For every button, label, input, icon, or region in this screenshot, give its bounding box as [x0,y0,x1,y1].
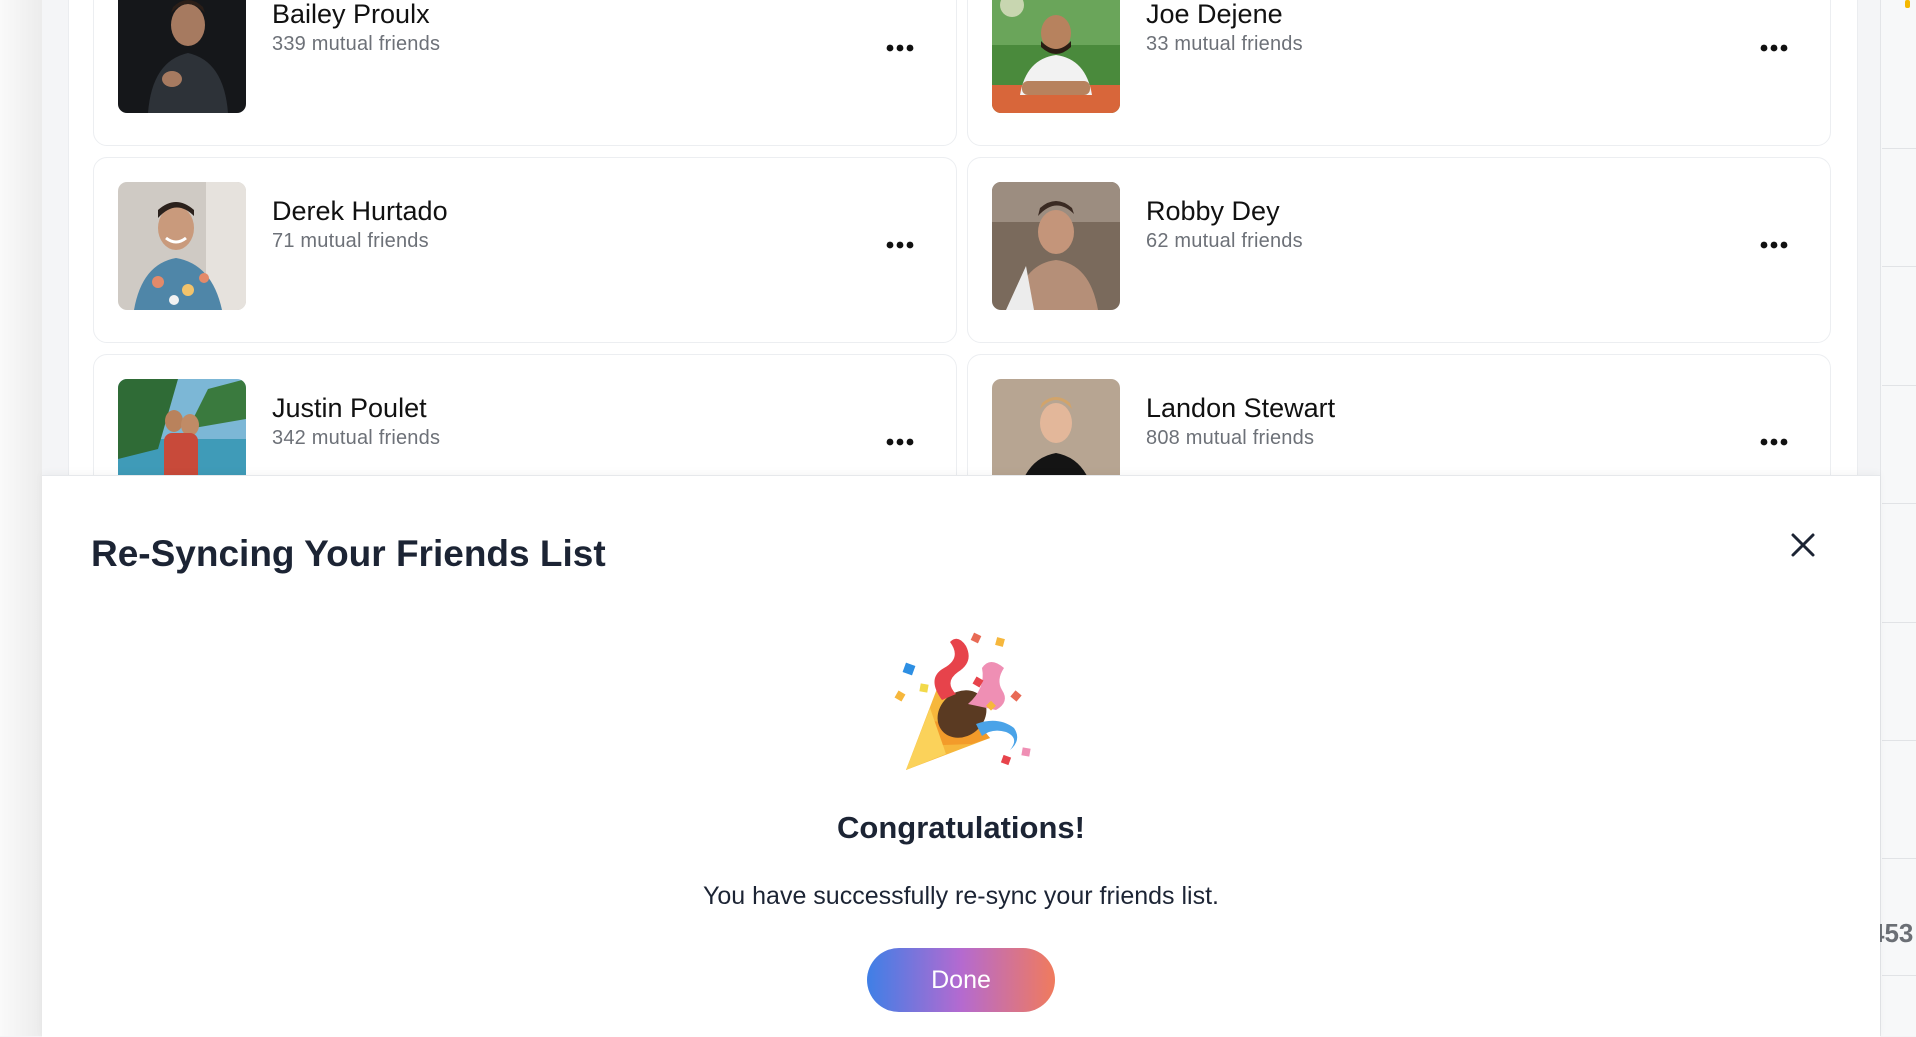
mutual-friends-count: 71 mutual friends [272,230,429,252]
friend-name[interactable]: Robby Dey [1146,196,1280,227]
avatar[interactable] [118,182,246,310]
edge-divider [1882,148,1916,149]
friend-name[interactable]: Derek Hurtado [272,196,448,227]
resync-modal: Re-Syncing Your Friends List Congratulat… [42,475,1880,1037]
left-gutter [0,0,42,1036]
right-edge-panel [1880,0,1916,1036]
edge-divider [1882,740,1916,741]
mutual-friends-count: 342 mutual friends [272,427,441,449]
more-options-icon[interactable] [1754,425,1794,459]
friend-card[interactable]: Derek Hurtado 71 mutual friends [93,157,957,343]
more-options-icon[interactable] [880,425,920,459]
edge-divider [1882,858,1916,859]
avatar[interactable] [992,379,1120,475]
friend-card[interactable]: Robby Dey 62 mutual friends [967,157,1831,343]
mutual-friends-count: 339 mutual friends [272,33,441,55]
edge-divider [1882,622,1916,623]
avatar[interactable] [118,0,246,113]
avatar[interactable] [992,0,1120,113]
more-options-icon[interactable] [1754,31,1794,65]
friends-list: Bailey Proulx 339 mutual friends Joe Dej… [68,0,1858,475]
friend-name[interactable]: Landon Stewart [1146,393,1335,424]
friend-name[interactable]: Bailey Proulx [272,0,430,30]
mutual-friends-count: 808 mutual friends [1146,427,1315,449]
party-popper-icon [886,628,1036,778]
avatar[interactable] [992,182,1120,310]
friend-card[interactable]: Landon Stewart 808 mutual friends [967,354,1831,475]
friend-name[interactable]: Joe Dejene [1146,0,1283,30]
mutual-friends-count: 33 mutual friends [1146,33,1303,55]
edge-divider [1882,266,1916,267]
edge-divider [1882,503,1916,504]
more-options-icon[interactable] [1754,228,1794,262]
more-options-icon[interactable] [880,31,920,65]
modal-title: Re-Syncing Your Friends List [91,533,606,574]
notification-dot [1905,0,1910,8]
friend-name[interactable]: Justin Poulet [272,393,427,424]
friend-card[interactable]: Joe Dejene 33 mutual friends [967,0,1831,146]
mutual-friends-count: 62 mutual friends [1146,230,1303,252]
avatar[interactable] [118,379,246,475]
congratulations-heading: Congratulations! [837,810,1085,845]
done-button[interactable]: Done [867,948,1055,1012]
friend-card[interactable]: Bailey Proulx 339 mutual friends [93,0,957,146]
friend-card[interactable]: Justin Poulet 342 mutual friends [93,354,957,475]
edge-divider [1882,385,1916,386]
success-message: You have successfully re-sync your frien… [703,882,1219,910]
edge-divider [1882,975,1916,976]
close-icon[interactable] [1785,527,1821,563]
more-options-icon[interactable] [880,228,920,262]
